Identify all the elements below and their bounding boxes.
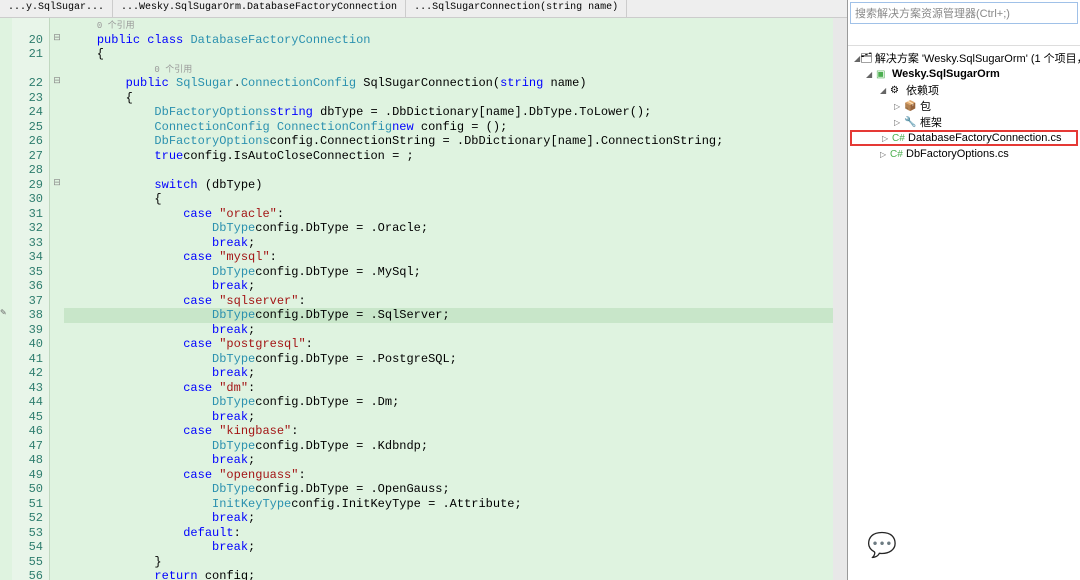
editor-area: ...y.SqlSugar... ...Wesky.SqlSugarOrm.Da… [0,0,848,580]
editor-tab[interactable]: ...y.SqlSugar... [0,0,113,17]
editor-tab[interactable]: ...Wesky.SqlSugarOrm.DatabaseFactoryConn… [113,0,406,17]
code-editor[interactable]: 0 个引用 public class DatabaseFactoryConnec… [64,18,833,580]
file-node-selected[interactable]: ▷C#DatabaseFactoryConnection.cs [850,130,1078,146]
editor-tab[interactable]: ...SqlSugarConnection(string name) [406,0,627,17]
solution-search-input[interactable]: 搜索解决方案资源管理器(Ctrl+;) [850,2,1078,24]
frameworks-node[interactable]: ▷🔧框架 [850,114,1078,130]
solution-explorer: 搜索解决方案资源管理器(Ctrl+;) ◢🗂解决方案 'Wesky.SqlSug… [848,0,1080,580]
solution-toolbar[interactable] [848,26,1080,46]
line-gutter: 2021222324252627282930313233343536373839… [12,18,50,580]
vertical-scrollbar[interactable] [833,18,847,580]
file-node[interactable]: ▷C#DbFactoryOptions.cs [850,146,1078,162]
solution-root[interactable]: ◢🗂解决方案 'Wesky.SqlSugarOrm' (1 个项目，共 1 个) [850,50,1078,66]
dependencies-node[interactable]: ◢⚙依赖项 [850,82,1078,98]
editor-tabs: ...y.SqlSugar... ...Wesky.SqlSugarOrm.Da… [0,0,847,18]
packages-node[interactable]: ▷📦包 [850,98,1078,114]
project-node[interactable]: ◢▣Wesky.SqlSugarOrm [850,66,1078,82]
